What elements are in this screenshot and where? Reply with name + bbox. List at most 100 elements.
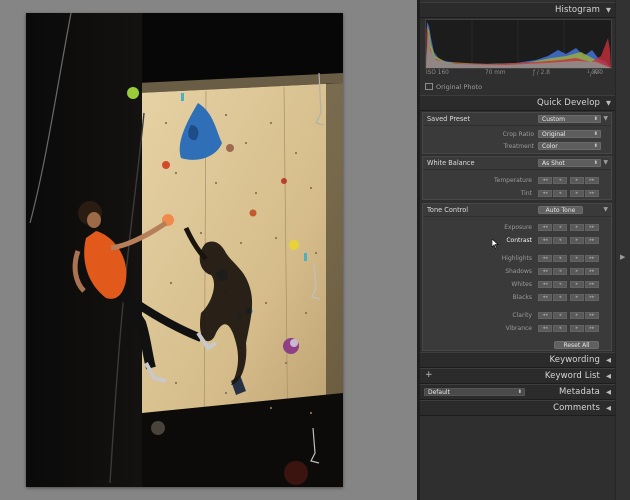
decrease-large-icon[interactable]: ◂◂	[538, 177, 552, 184]
photo-canvas-area[interactable]	[0, 0, 417, 500]
shutter-speed-readout: 1/320 SEC	[587, 70, 603, 78]
highlights-label: Highlights	[501, 255, 532, 262]
vibrance-stepper[interactable]: ◂◂ ◂ ▸ ▸▸	[538, 325, 599, 332]
collapse-triangle-icon[interactable]: ◀	[606, 404, 611, 412]
blacks-stepper[interactable]: ◂◂ ◂ ▸ ▸▸	[538, 294, 599, 301]
increase-small-icon[interactable]: ▸	[570, 237, 584, 244]
decrease-small-icon[interactable]: ◂	[553, 294, 567, 301]
highlights-stepper[interactable]: ◂◂ ◂ ▸ ▸▸	[538, 255, 599, 262]
collapse-triangle-icon[interactable]: ◀	[606, 372, 611, 380]
increase-large-icon[interactable]: ▸▸	[585, 224, 599, 231]
tint-stepper[interactable]: ◂◂ ◂ ▸ ▸▸	[538, 190, 599, 197]
expand-triangle-icon[interactable]: ▼	[603, 159, 608, 166]
decrease-small-icon[interactable]: ◂	[553, 325, 567, 332]
histogram-chart	[426, 20, 611, 68]
increase-small-icon[interactable]: ▸	[570, 224, 584, 231]
blacks-label: Blacks	[512, 294, 532, 301]
exif-info-row: ISO 160 70 mm ƒ / 2.8 1/320 SEC	[425, 70, 612, 80]
reset-all-button[interactable]: Reset All	[554, 341, 599, 349]
contrast-label: Contrast	[506, 237, 532, 244]
histogram-graph[interactable]	[425, 19, 612, 69]
expand-triangle-icon[interactable]: ▼	[606, 99, 611, 107]
expand-triangle-icon[interactable]: ▼	[603, 206, 608, 213]
increase-small-icon[interactable]: ▸	[570, 325, 584, 332]
histogram-panel-header[interactable]: Histogram ▼	[420, 2, 615, 18]
white-balance-popup[interactable]: As Shot ⬍	[538, 159, 601, 167]
popup-arrows-icon: ⬍	[593, 143, 598, 149]
tone-control-section: Tone Control ▼ Auto Tone Exposure ◂◂ ◂ ▸…	[422, 203, 612, 351]
increase-large-icon[interactable]: ▸▸	[585, 268, 599, 275]
increase-large-icon[interactable]: ▸▸	[585, 237, 599, 244]
increase-large-icon[interactable]: ▸▸	[585, 255, 599, 262]
right-panel: Histogram ▼ ISO 160 70 mm ƒ / 2.8 1/320 S…	[420, 0, 615, 500]
decrease-large-icon[interactable]: ◂◂	[538, 325, 552, 332]
increase-large-icon[interactable]: ▸▸	[585, 294, 599, 301]
original-photo-toggle[interactable]: Original Photo	[425, 83, 482, 93]
whites-stepper[interactable]: ◂◂ ◂ ▸ ▸▸	[538, 281, 599, 288]
quick-develop-panel-header[interactable]: Quick Develop ▼	[420, 95, 615, 111]
original-photo-checkbox[interactable]	[425, 83, 433, 90]
increase-small-icon[interactable]: ▸	[570, 177, 584, 184]
climbing-photo[interactable]	[26, 13, 343, 487]
increase-large-icon[interactable]: ▸▸	[585, 177, 599, 184]
increase-large-icon[interactable]: ▸▸	[585, 281, 599, 288]
increase-small-icon[interactable]: ▸	[570, 312, 584, 319]
decrease-small-icon[interactable]: ◂	[553, 312, 567, 319]
panel-toggle-arrow-icon[interactable]: ▶	[620, 253, 625, 261]
add-keyword-button[interactable]: +	[425, 370, 433, 380]
collapse-triangle-icon[interactable]: ◀	[606, 356, 611, 364]
keyword-list-panel-header[interactable]: + Keyword List ◀	[420, 368, 615, 384]
expand-triangle-icon[interactable]: ▼	[603, 115, 608, 122]
section-divider	[423, 169, 611, 170]
contrast-stepper[interactable]: ◂◂ ◂ ▸ ▸▸	[538, 237, 599, 244]
iso-readout: ISO 160	[426, 70, 449, 76]
decrease-small-icon[interactable]: ◂	[553, 177, 567, 184]
climbing-photo-image	[26, 13, 343, 487]
increase-small-icon[interactable]: ▸	[570, 294, 584, 301]
decrease-large-icon[interactable]: ◂◂	[538, 237, 552, 244]
decrease-small-icon[interactable]: ◂	[553, 190, 567, 197]
decrease-small-icon[interactable]: ◂	[553, 237, 567, 244]
comments-panel-header[interactable]: Comments ◀	[420, 400, 615, 416]
decrease-large-icon[interactable]: ◂◂	[538, 190, 552, 197]
metadata-panel-header[interactable]: Default ⬍ Metadata ◀	[420, 384, 615, 400]
treatment-popup[interactable]: Color ⬍	[538, 142, 601, 150]
crop-ratio-popup[interactable]: Original ⬍	[538, 130, 601, 138]
saved-preset-value: Custom	[542, 116, 565, 123]
decrease-large-icon[interactable]: ◂◂	[538, 312, 552, 319]
decrease-large-icon[interactable]: ◂◂	[538, 268, 552, 275]
increase-large-icon[interactable]: ▸▸	[585, 312, 599, 319]
decrease-small-icon[interactable]: ◂	[553, 224, 567, 231]
exposure-stepper[interactable]: ◂◂ ◂ ▸ ▸▸	[538, 224, 599, 231]
clarity-stepper[interactable]: ◂◂ ◂ ▸ ▸▸	[538, 312, 599, 319]
metadata-preset-popup[interactable]: Default ⬍	[424, 388, 525, 396]
temperature-stepper[interactable]: ◂◂ ◂ ▸ ▸▸	[538, 177, 599, 184]
shadows-stepper[interactable]: ◂◂ ◂ ▸ ▸▸	[538, 268, 599, 275]
increase-small-icon[interactable]: ▸	[570, 281, 584, 288]
right-panel-gutter[interactable]: ▶	[615, 0, 630, 500]
decrease-large-icon[interactable]: ◂◂	[538, 224, 552, 231]
auto-tone-button[interactable]: Auto Tone	[538, 206, 583, 214]
decrease-large-icon[interactable]: ◂◂	[538, 294, 552, 301]
expand-triangle-icon[interactable]: ▼	[606, 6, 611, 14]
white-balance-section: White Balance ▼ As Shot ⬍ Temperature ◂◂…	[422, 156, 612, 200]
whites-label: Whites	[511, 281, 532, 288]
saved-preset-popup[interactable]: Custom ⬍	[538, 115, 601, 123]
comments-title: Comments	[553, 403, 600, 413]
decrease-small-icon[interactable]: ◂	[553, 255, 567, 262]
increase-large-icon[interactable]: ▸▸	[585, 190, 599, 197]
decrease-large-icon[interactable]: ◂◂	[538, 255, 552, 262]
decrease-large-icon[interactable]: ◂◂	[538, 281, 552, 288]
increase-small-icon[interactable]: ▸	[570, 255, 584, 262]
keywording-panel-header[interactable]: Keywording ◀	[420, 352, 615, 368]
collapse-triangle-icon[interactable]: ◀	[606, 388, 611, 396]
decrease-small-icon[interactable]: ◂	[553, 268, 567, 275]
aperture-readout: ƒ / 2.8	[533, 70, 550, 76]
increase-large-icon[interactable]: ▸▸	[585, 325, 599, 332]
quick-develop-title: Quick Develop	[536, 98, 600, 108]
mouse-pointer-icon	[492, 239, 499, 249]
increase-small-icon[interactable]: ▸	[570, 190, 584, 197]
increase-small-icon[interactable]: ▸	[570, 268, 584, 275]
tint-label: Tint	[520, 190, 532, 197]
decrease-small-icon[interactable]: ◂	[553, 281, 567, 288]
